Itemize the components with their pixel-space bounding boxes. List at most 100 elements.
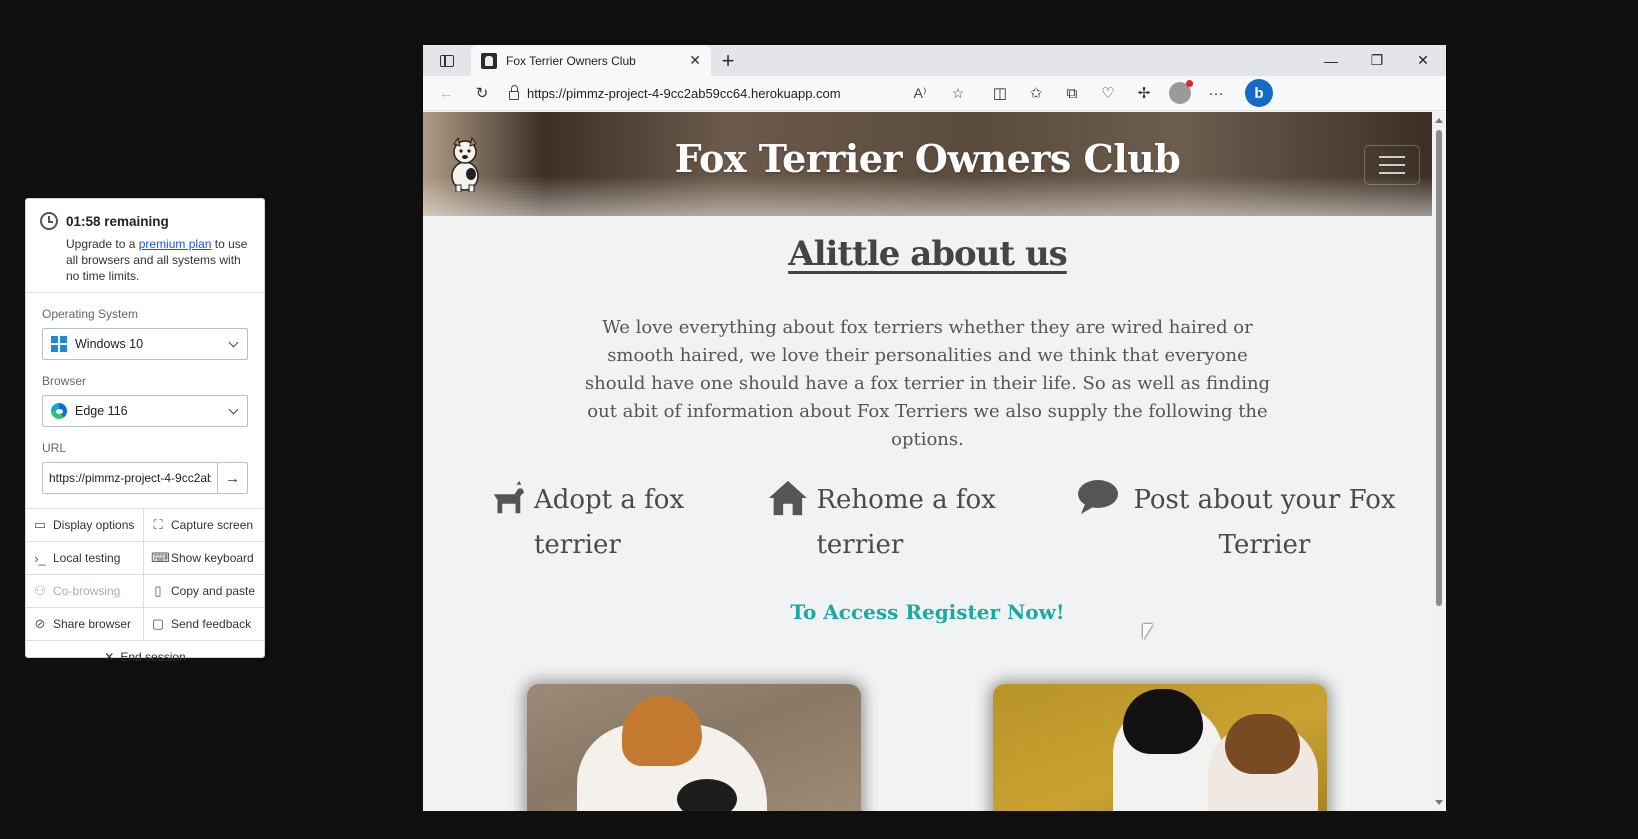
bing-icon: b — [1254, 84, 1264, 102]
feedback-icon: ▢ — [151, 616, 165, 631]
browser-toolbar: ← ↻ https://pimmz-project-4-9cc2ab59cc64… — [423, 76, 1446, 111]
extensions-button[interactable]: ✢ — [1127, 78, 1161, 108]
upgrade-prefix: Upgrade to a — [66, 237, 139, 251]
option-rehome-label: Rehome a fox terrier — [816, 485, 996, 560]
send-feedback-label: Send feedback — [171, 617, 252, 631]
co-browsing-label: Co-browsing — [53, 584, 121, 598]
restore-button[interactable]: ❐ — [1354, 45, 1400, 76]
capture-screen-button[interactable]: ⛶ Capture screen — [144, 509, 264, 542]
premium-plan-link[interactable]: premium plan — [139, 237, 212, 251]
about-heading: Alittle about us — [788, 234, 1068, 274]
back-button[interactable]: ← — [429, 78, 463, 108]
display-options-label: Display options — [53, 518, 135, 532]
about-text: We love everything about fox terriers wh… — [584, 317, 1271, 450]
option-adopt[interactable]: Adopt a fox terrier — [488, 478, 767, 568]
more-menu-button[interactable]: ··· — [1199, 78, 1233, 108]
session-timer-section: 01:58 remaining Upgrade to a premium pla… — [26, 199, 264, 293]
browser-window: Fox Terrier Owners Club ✕ + — ❐ ✕ ← ↻ ht… — [423, 45, 1446, 811]
os-label: Operating System — [42, 307, 139, 321]
copilot-button[interactable]: b — [1245, 79, 1273, 107]
url-go-button[interactable]: → — [217, 462, 248, 494]
scroll-down-arrow-icon[interactable] — [1435, 800, 1443, 805]
new-tab-button[interactable]: + — [711, 45, 745, 76]
browser-essentials-button[interactable]: ♡ — [1091, 78, 1125, 108]
window-controls: — ❐ ✕ — [1308, 45, 1446, 76]
read-aloud-icon[interactable]: A⁾ — [905, 85, 935, 102]
mouse-cursor-icon — [1143, 624, 1153, 640]
clipboard-icon: ▯ — [154, 583, 162, 598]
profile-avatar-icon — [1169, 80, 1193, 104]
register-cta-link[interactable]: To Access Register Now! — [423, 600, 1432, 624]
browser-select[interactable]: Edge 116 — [42, 395, 248, 427]
close-window-button[interactable]: ✕ — [1400, 45, 1446, 76]
scroll-up-arrow-icon[interactable] — [1435, 118, 1443, 123]
nav-toggle-button[interactable] — [1364, 145, 1420, 185]
display-options-button[interactable]: ▭ Display options — [26, 509, 144, 542]
end-session-label: End session — [120, 650, 186, 664]
refresh-icon: ↻ — [475, 85, 489, 102]
send-feedback-button[interactable]: ▢ Send feedback — [144, 608, 264, 641]
split-screen-icon: ◫ — [992, 85, 1008, 102]
browser-value: Edge 116 — [75, 404, 128, 418]
back-arrow-icon: ← — [438, 84, 454, 102]
collections-icon: ⧉ — [1066, 84, 1078, 102]
edge-icon — [51, 403, 67, 419]
show-keyboard-button[interactable]: ⌨ Show keyboard — [144, 542, 264, 575]
capture-icon: ⛶ — [153, 517, 163, 532]
site-header: Fox Terrier Owners Club — [423, 112, 1432, 216]
photo-dog-head — [622, 696, 702, 766]
page-viewport: Fox Terrier Owners Club Alittle about us… — [423, 112, 1432, 811]
os-select[interactable]: Windows 10 — [42, 328, 248, 360]
copy-paste-label: Copy and paste — [171, 584, 256, 598]
share-browser-button[interactable]: ⊘ Share browser — [26, 608, 144, 641]
smooth-fox-terriers-photo — [993, 684, 1327, 811]
lock-icon — [509, 84, 519, 100]
scrollbar-thumb[interactable] — [1436, 130, 1442, 606]
restore-icon: ❐ — [1370, 52, 1384, 68]
hamburger-line — [1379, 164, 1405, 166]
clock-icon — [40, 212, 58, 230]
os-value: Windows 10 — [75, 337, 144, 351]
url-input[interactable] — [42, 462, 217, 494]
home-icon — [768, 480, 807, 516]
session-panel: 01:58 remaining Upgrade to a premium pla… — [25, 198, 265, 664]
address-bar[interactable]: https://pimmz-project-4-9cc2ab59cc64.her… — [501, 79, 981, 107]
end-session-button[interactable]: ✕ End session — [26, 641, 264, 673]
session-timer: 01:58 remaining — [66, 213, 169, 229]
address-url: https://pimmz-project-4-9cc2ab59cc64.her… — [527, 85, 841, 101]
tab-close-icon[interactable]: ✕ — [689, 52, 701, 69]
tab-actions-button[interactable] — [423, 45, 471, 76]
option-rehome[interactable]: Rehome a fox terrier — [767, 478, 1077, 568]
windows-icon — [51, 336, 67, 352]
chevron-down-icon — [228, 404, 239, 414]
chevron-down-icon — [228, 337, 239, 347]
co-browsing-button: ⚇ Co-browsing — [26, 575, 144, 608]
copy-paste-button[interactable]: ▯ Copy and paste — [144, 575, 264, 608]
monitor-icon: ▭ — [33, 517, 47, 532]
favorite-star-icon[interactable]: ☆ — [943, 85, 973, 102]
profile-button[interactable] — [1163, 78, 1197, 108]
option-post[interactable]: Post about your Fox Terrier — [1077, 478, 1402, 568]
heart-pulse-icon: ♡ — [1101, 85, 1115, 102]
users-icon: ⚇ — [34, 583, 46, 598]
link-icon: ⊘ — [34, 616, 46, 631]
split-screen-button[interactable]: ◫ — [983, 78, 1017, 108]
session-actions: ▭ Display options ⛶ Capture screen ›_ Local… — [26, 508, 264, 641]
show-keyboard-label: Show keyboard — [171, 551, 254, 565]
wire-fox-terrier-photo — [527, 684, 861, 811]
comment-icon — [1078, 480, 1118, 514]
refresh-button[interactable]: ↻ — [465, 78, 499, 108]
keyboard-icon: ⌨ — [151, 550, 170, 565]
plus-icon: + — [721, 47, 735, 73]
favorites-icon: ✩ — [1029, 85, 1043, 102]
photo-dog-spot — [677, 779, 737, 811]
upgrade-message: Upgrade to a premium plan to use all bro… — [66, 236, 250, 284]
tab-active[interactable]: Fox Terrier Owners Club ✕ — [471, 45, 711, 76]
page-scrollbar[interactable] — [1432, 112, 1446, 811]
minimize-button[interactable]: — — [1308, 45, 1354, 76]
favorites-button[interactable]: ✩ — [1019, 78, 1053, 108]
close-icon: ✕ — [104, 650, 115, 664]
local-testing-button[interactable]: ›_ Local testing — [26, 542, 144, 575]
collections-button[interactable]: ⧉ — [1055, 78, 1089, 108]
photo-gallery — [423, 624, 1432, 811]
